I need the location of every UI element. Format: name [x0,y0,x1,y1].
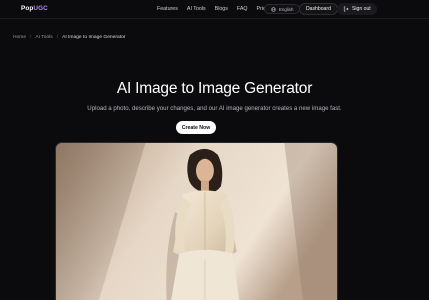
page-title: AI Image to Image Generator [116,80,313,97]
logout-icon [343,6,349,12]
main-nav: Features AI Tools Blogs FAQ Pricing [157,6,273,12]
brand-logo-part2: UGC [33,5,48,12]
create-now-button[interactable]: Create Now [176,121,216,134]
example-image [55,142,338,300]
nav-item-blogs[interactable]: Blogs [215,6,228,12]
language-label: English [279,6,294,12]
dashboard-button-label: Dashboard [306,6,331,12]
language-selector[interactable]: English [264,4,301,14]
nav-item-faq[interactable]: FAQ [237,6,248,12]
nav-item-features[interactable]: Features [157,6,178,12]
breadcrumb-separator-icon: / [56,35,59,40]
breadcrumb-ai-tools[interactable]: AI Tools [35,35,52,40]
brand-logo-part1: Pop [21,5,34,12]
breadcrumb-separator-icon: / [30,35,32,40]
top-navigation-bar: PopUGC Features AI Tools Blogs FAQ Prici… [0,0,429,19]
breadcrumb-current: AI Image to Image Generator [62,35,126,40]
breadcrumb-home[interactable]: Home [13,35,26,40]
sign-out-label: Sign out [352,6,371,12]
nav-item-ai-tools[interactable]: AI Tools [187,6,206,12]
page-subtitle: Upload a photo, describe your changes, a… [87,105,342,112]
portrait-illustration [56,143,337,300]
breadcrumb: Home / AI Tools / AI Image to Image Gene… [13,35,125,40]
dashboard-button[interactable]: Dashboard [299,3,338,15]
sign-out-button[interactable]: Sign out [337,3,377,15]
brand-logo[interactable]: PopUGC [21,5,48,12]
globe-icon [271,6,276,12]
